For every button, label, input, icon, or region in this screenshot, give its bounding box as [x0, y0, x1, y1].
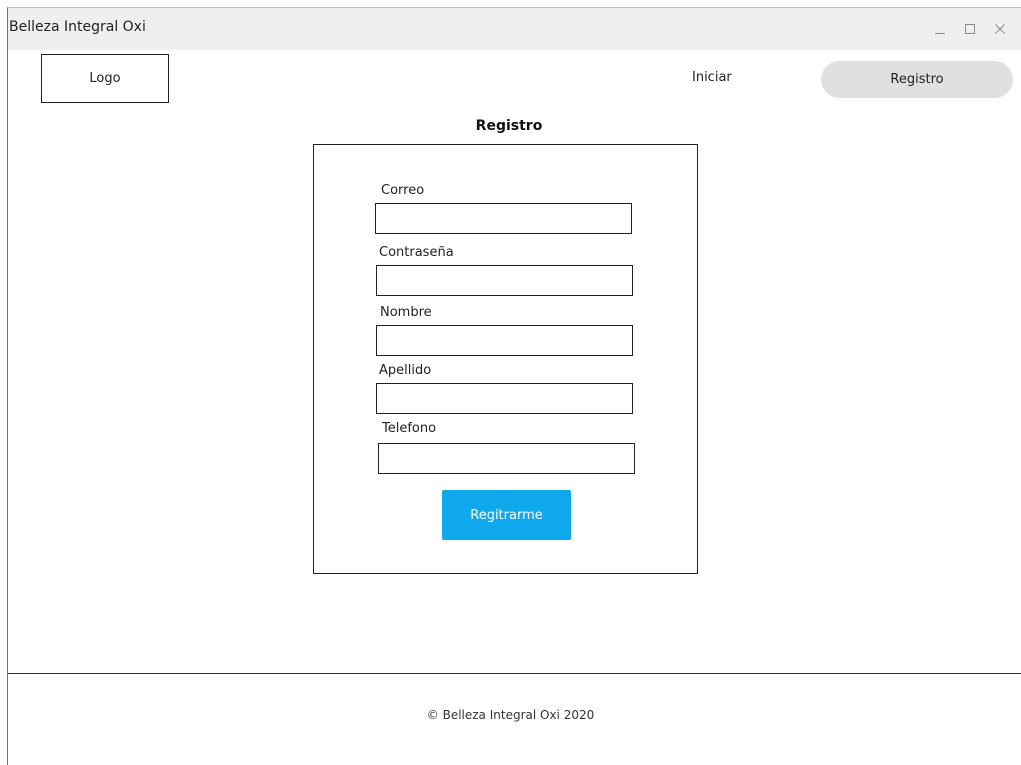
nav-register-label: Registro [890, 72, 944, 87]
window-controls [925, 18, 1015, 40]
password-label: Contraseña [379, 245, 454, 260]
minimize-button[interactable] [925, 18, 955, 40]
nav-login-link[interactable]: Iniciar [692, 70, 732, 85]
form-title: Registro [475, 118, 543, 134]
minimize-icon [935, 33, 945, 34]
registration-form: Correo Contraseña Nombre Apellido Telefo… [313, 144, 698, 574]
last-name-field[interactable] [376, 383, 633, 414]
password-field[interactable] [376, 265, 633, 296]
app-window: Belleza Integral Oxi Logo Iniciar Regist… [7, 7, 1021, 765]
window-title: Belleza Integral Oxi [9, 19, 146, 35]
maximize-icon [965, 24, 975, 34]
footer-copyright: © Belleza Integral Oxi 2020 [426, 708, 595, 722]
first-name-field[interactable] [376, 325, 633, 356]
last-name-label: Apellido [379, 363, 432, 378]
phone-label: Telefono [382, 421, 437, 436]
logo-placeholder: Logo [41, 54, 169, 103]
register-submit-label: Regitrarme [470, 507, 543, 523]
email-field[interactable] [375, 203, 632, 234]
footer-divider [8, 673, 1021, 674]
first-name-label: Nombre [380, 305, 432, 320]
nav-register-button[interactable]: Registro [821, 61, 1013, 98]
maximize-button[interactable] [955, 18, 985, 40]
phone-field[interactable] [378, 443, 635, 474]
close-button[interactable] [985, 18, 1015, 40]
logo-label: Logo [89, 71, 121, 86]
title-bar: Belleza Integral Oxi [8, 8, 1021, 50]
email-label: Correo [381, 183, 425, 198]
close-icon [995, 24, 1005, 34]
register-submit-button[interactable]: Regitrarme [442, 490, 571, 540]
